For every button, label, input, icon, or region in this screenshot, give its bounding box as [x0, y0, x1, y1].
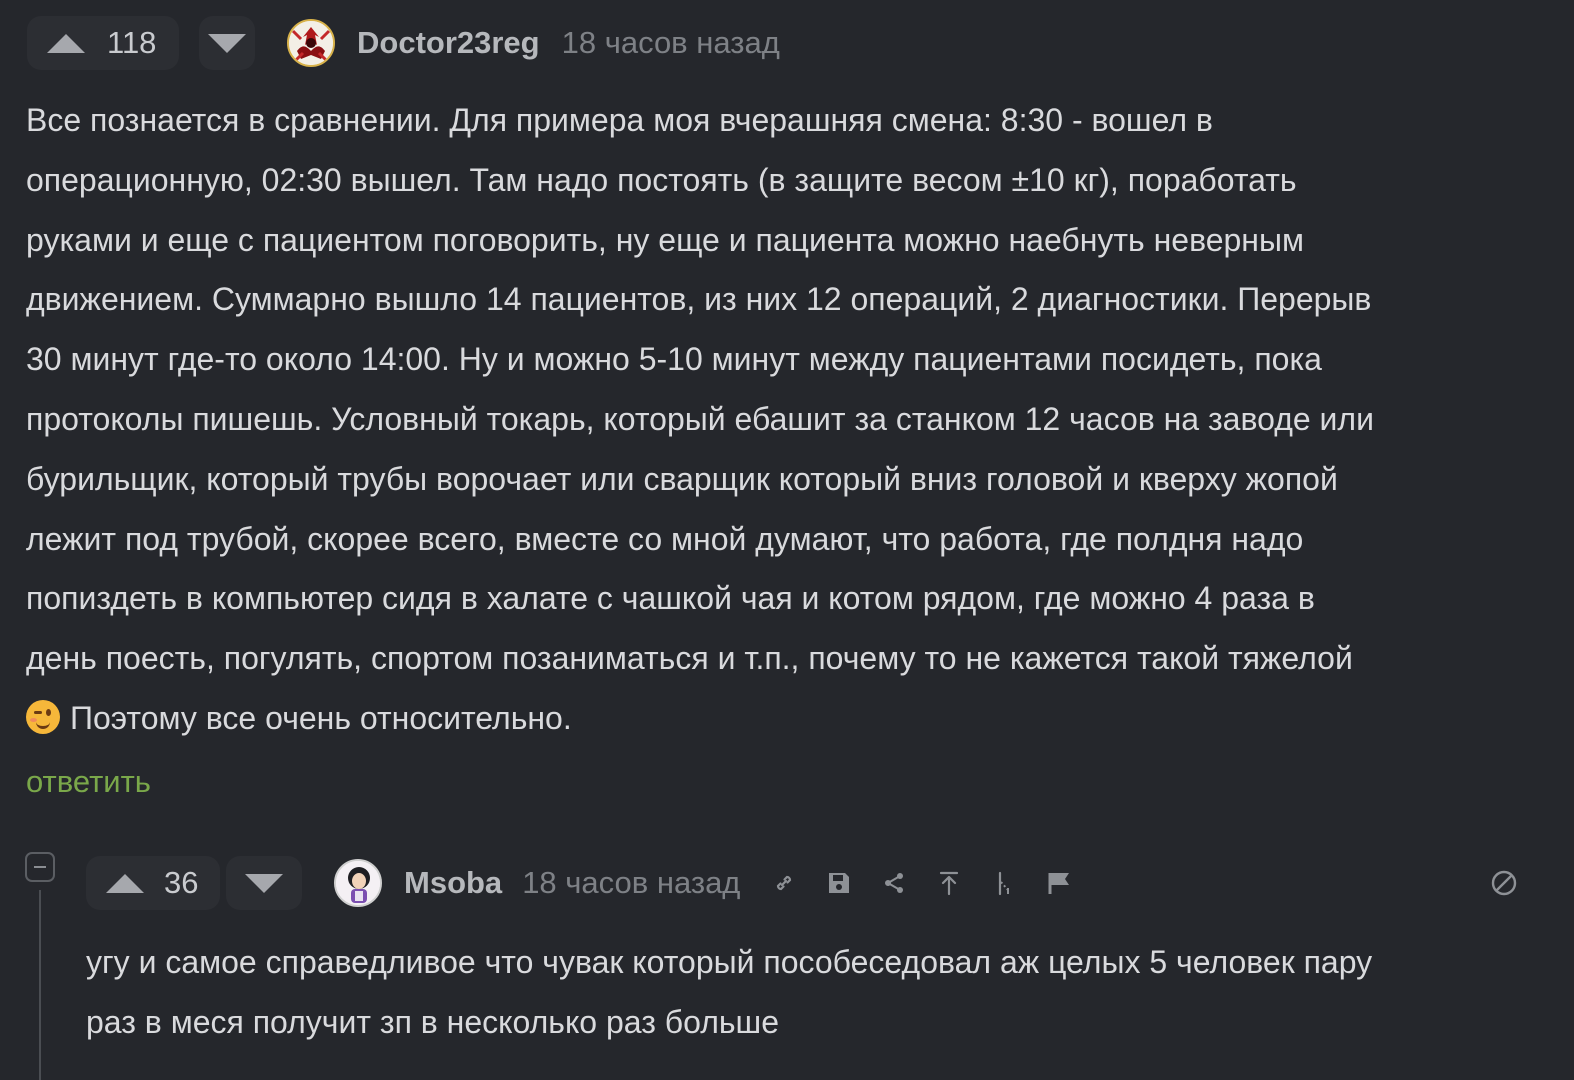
collapse-thread-button[interactable]	[25, 852, 55, 882]
text-line: попиздеть в компьютер сидя в халате с ча…	[26, 580, 1315, 617]
rating-box: 36	[86, 856, 220, 910]
avatar-image	[289, 21, 333, 65]
timestamp: 18 часов назад	[561, 25, 780, 60]
text-line: руками и еще с пациентом поговорить, ну …	[26, 221, 1304, 258]
last-line-text: Поэтому все очень относительно.	[70, 699, 572, 736]
text-line: раз в меся получит зп в несколько раз бо…	[86, 1003, 780, 1040]
text-line: движением. Суммарно вышло 14 пациентов, …	[26, 281, 1372, 318]
share-icon[interactable]	[880, 869, 908, 897]
upvote-arrow-icon[interactable]	[106, 873, 144, 893]
downvote-button[interactable]	[199, 16, 255, 70]
text-line: день поесть, погулять, спортом позанимат…	[26, 640, 1353, 677]
text-line: 30 минут где-то около 14:00. Ну и можно …	[26, 341, 1322, 378]
hide-icon[interactable]	[1490, 869, 1518, 897]
avatar-image	[336, 861, 380, 905]
rating-score: 118	[107, 25, 157, 60]
text-line: лежит под трубой, скорее всего, вместе с…	[26, 520, 1304, 557]
username[interactable]: Doctor23reg	[357, 25, 540, 61]
text-line: угу и самое справедливое что чувак котор…	[86, 944, 1373, 980]
text-line: операционную, 02:30 вышел. Там надо пост…	[26, 161, 1297, 198]
winking-face-icon	[26, 699, 60, 734]
rating-score: 36	[164, 865, 199, 900]
timestamp: 18 часов назад	[522, 865, 741, 900]
comment-header: 36 Msoba 18 часов назад	[86, 856, 1534, 910]
save-icon[interactable]	[825, 869, 853, 897]
downvote-arrow-icon	[245, 873, 283, 893]
downvote-button[interactable]	[226, 856, 302, 910]
text-line: Все познается в сравнении. Для примера м…	[26, 102, 1213, 138]
comment-toolbar	[770, 869, 1100, 897]
text-line-last: Поэтому все очень относительно.	[26, 689, 1544, 749]
reply-link[interactable]: ответить	[26, 764, 151, 800]
comment-body: угу и самое справедливое что чувак котор…	[86, 933, 1534, 1053]
link-icon[interactable]	[770, 869, 798, 897]
report-flag-icon[interactable]	[1045, 869, 1073, 897]
branch-icon[interactable]	[990, 869, 1018, 897]
comment-body: Все познается в сравнении. Для примера м…	[26, 91, 1544, 749]
text-line: протоколы пишешь. Условный токарь, котор…	[26, 400, 1374, 437]
thread-line[interactable]	[39, 890, 41, 1080]
rating-box: 118	[27, 16, 179, 70]
avatar[interactable]	[287, 19, 335, 67]
avatar[interactable]	[334, 859, 382, 907]
upvote-arrow-icon[interactable]	[47, 33, 85, 53]
minus-icon	[34, 866, 46, 868]
downvote-arrow-icon	[208, 33, 246, 53]
comment-header: 118 Doctor23reg 18 часов назад	[27, 16, 780, 70]
scroll-to-parent-icon[interactable]	[935, 869, 963, 897]
username[interactable]: Msoba	[404, 865, 502, 901]
text-line: бурильщик, который трубы ворочает или св…	[26, 460, 1338, 497]
